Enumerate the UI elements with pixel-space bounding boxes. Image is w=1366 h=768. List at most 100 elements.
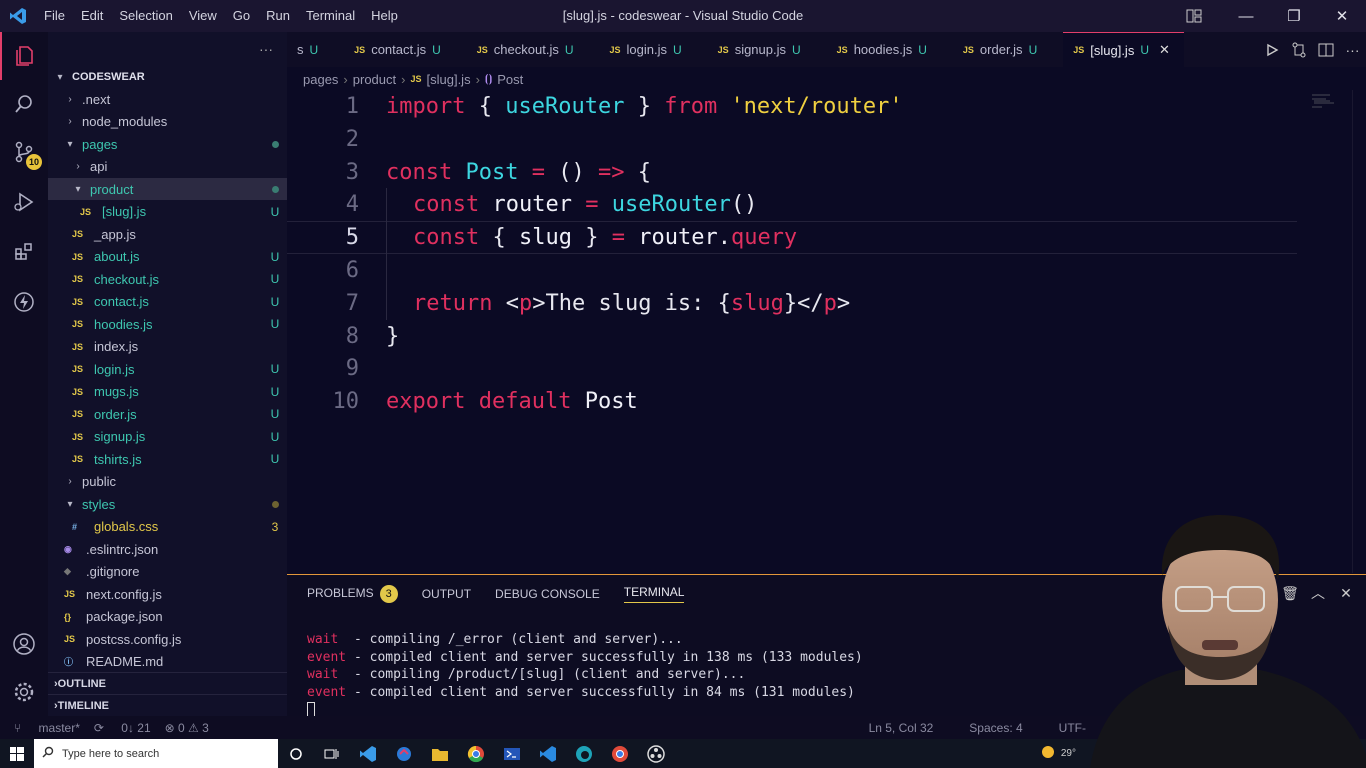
windows-start-icon[interactable] xyxy=(0,739,34,768)
tree-item-public[interactable]: › public xyxy=(48,471,287,493)
chrome-profile-icon[interactable] xyxy=(602,739,638,768)
settings-gear-icon[interactable] xyxy=(0,668,48,716)
close-tab-icon[interactable]: ✕ xyxy=(1159,42,1170,58)
code-line[interactable]: 8} xyxy=(287,320,1297,353)
code-line[interactable]: 9 xyxy=(287,352,1297,385)
menu-item-run[interactable]: Run xyxy=(258,0,298,32)
cursor-position[interactable]: Ln 5, Col 32 xyxy=(869,721,934,735)
tree-item-pages[interactable]: ▾ pages xyxy=(48,133,287,155)
tree-item-slug-js[interactable]: JS [slug].js U xyxy=(48,201,287,223)
sync-status[interactable]: ⟳ 0↓ 21 xyxy=(94,721,151,735)
chrome-icon[interactable] xyxy=(458,739,494,768)
editor-scrollbar[interactable] xyxy=(1352,90,1366,573)
account-icon[interactable] xyxy=(0,620,48,668)
tree-item-eslintrc-json[interactable]: ◉ .eslintrc.json xyxy=(48,538,287,560)
tree-item-postcss-config-js[interactable]: JS postcss.config.js xyxy=(48,628,287,650)
tree-item-next-config-js[interactable]: JS next.config.js xyxy=(48,583,287,605)
tree-item-node-modules[interactable]: › node_modules xyxy=(48,111,287,133)
tree-item-hoodies-js[interactable]: JS hoodies.js U xyxy=(48,313,287,335)
project-root[interactable]: ▾ CODESWEAR xyxy=(48,66,287,88)
tab-login-js[interactable]: JS login.js U xyxy=(600,32,708,67)
branch-status[interactable]: ⑂ master* xyxy=(14,721,80,735)
tab-output[interactable]: OUTPUT xyxy=(422,587,471,601)
edge-icon[interactable] xyxy=(566,739,602,768)
tree-item-checkout-js[interactable]: JS checkout.js U xyxy=(48,268,287,290)
problems-status[interactable]: ⊗ 0 ⚠ 3 xyxy=(165,721,209,735)
powershell-icon[interactable] xyxy=(494,739,530,768)
menu-item-help[interactable]: Help xyxy=(363,0,406,32)
code-line[interactable]: 3 const Post = () => { xyxy=(287,156,1297,189)
tab-slug-js[interactable]: JS [slug].js U ✕ xyxy=(1063,32,1184,67)
code-line[interactable]: 4 const router = useRouter() xyxy=(287,188,1297,222)
tab-order-js[interactable]: JS order.js U xyxy=(953,32,1063,67)
code-line[interactable]: 1 import { useRouter } from 'next/router' xyxy=(287,90,1297,123)
tree-item-gitignore[interactable]: ◆ .gitignore xyxy=(48,561,287,583)
tree-item-api[interactable]: › api xyxy=(48,156,287,178)
thunder-client-icon[interactable] xyxy=(0,278,48,326)
tab-s[interactable]: sU xyxy=(287,32,344,67)
menu-item-file[interactable]: File xyxy=(36,0,73,32)
cortana-icon[interactable] xyxy=(278,739,314,768)
outline-section[interactable]: › OUTLINE xyxy=(48,672,287,694)
more-actions-icon[interactable]: ··· xyxy=(1339,42,1366,58)
tree-item-signup-js[interactable]: JS signup.js U xyxy=(48,426,287,448)
terminal-output[interactable]: wait - compiling /_error (client and ser… xyxy=(307,631,863,719)
compare-changes-icon[interactable] xyxy=(1285,42,1312,58)
close-window-button[interactable]: ✕ xyxy=(1318,0,1366,32)
run-debug-icon[interactable] xyxy=(0,178,48,226)
maximize-button[interactable]: ❐ xyxy=(1270,0,1318,32)
breadcrumb-item[interactable]: Post xyxy=(497,72,523,87)
tree-item-app-js[interactable]: JS _app.js xyxy=(48,223,287,245)
code-line[interactable]: 6 xyxy=(287,254,1297,287)
vscode-icon[interactable] xyxy=(530,739,566,768)
explorer-more-actions[interactable]: ··· xyxy=(48,32,287,66)
code-line[interactable]: 2 xyxy=(287,123,1297,156)
tab-problems[interactable]: PROBLEMS 3 xyxy=(307,585,398,603)
tab-hoodies-js[interactable]: JS hoodies.js U xyxy=(827,32,953,67)
breadcrumb-item[interactable]: [slug].js xyxy=(427,72,471,87)
menu-item-go[interactable]: Go xyxy=(225,0,258,32)
minimize-button[interactable]: — xyxy=(1222,0,1270,32)
code-editor[interactable]: 1 import { useRouter } from 'next/router'… xyxy=(287,90,1366,573)
tree-item-package-json[interactable]: {} package.json xyxy=(48,606,287,628)
tree-item-globals-css[interactable]: # globals.css 3 xyxy=(48,516,287,538)
tab-terminal[interactable]: TERMINAL xyxy=(623,585,685,603)
tree-item-styles[interactable]: ▾ styles xyxy=(48,493,287,515)
tree-item-index-js[interactable]: JS index.js xyxy=(48,336,287,358)
file-explorer-icon[interactable] xyxy=(422,739,458,768)
tree-item-about-js[interactable]: JS about.js U xyxy=(48,246,287,268)
source-control-icon[interactable]: 10 xyxy=(0,128,48,176)
code-line[interactable]: 5 const { slug } = router. query xyxy=(287,221,1297,255)
tab-checkout-js[interactable]: JS checkout.js U xyxy=(467,32,600,67)
tree-item-next[interactable]: › .next xyxy=(48,88,287,110)
timeline-section[interactable]: › TIMELINE xyxy=(48,694,287,716)
breadcrumb-item[interactable]: pages xyxy=(303,72,338,87)
tree-item-product[interactable]: ▾ product xyxy=(48,178,287,200)
app-icon[interactable] xyxy=(386,739,422,768)
menu-item-edit[interactable]: Edit xyxy=(73,0,111,32)
task-view-icon[interactable] xyxy=(314,739,350,768)
search-icon[interactable] xyxy=(0,80,48,128)
extensions-icon[interactable] xyxy=(0,228,48,276)
tree-item-tshirts-js[interactable]: JS tshirts.js U xyxy=(48,448,287,470)
tree-item-login-js[interactable]: JS login.js U xyxy=(48,358,287,380)
menu-item-selection[interactable]: Selection xyxy=(111,0,180,32)
breadcrumb-item[interactable]: product xyxy=(353,72,396,87)
obs-icon[interactable] xyxy=(638,739,674,768)
explorer-icon[interactable] xyxy=(0,32,48,80)
vscode-taskbar-icon[interactable] xyxy=(350,739,386,768)
code-line[interactable]: 10 export default Post xyxy=(287,385,1297,418)
menu-item-terminal[interactable]: Terminal xyxy=(298,0,363,32)
tree-item-contact-js[interactable]: JS contact.js U xyxy=(48,291,287,313)
tab-contact-js[interactable]: JS contact.js U xyxy=(344,32,467,67)
tree-item-readme-md[interactable]: ⓘ README.md xyxy=(48,651,287,673)
weather-tray[interactable]: 29° xyxy=(1041,745,1076,762)
tree-item-mugs-js[interactable]: JS mugs.js U xyxy=(48,381,287,403)
minimap[interactable] xyxy=(1312,94,1336,108)
tree-item-order-js[interactable]: JS order.js U xyxy=(48,403,287,425)
split-editor-icon[interactable] xyxy=(1312,43,1339,57)
code-line[interactable]: 7 return < p >The slug is: {slug}</p > xyxy=(287,286,1297,320)
indentation-status[interactable]: Spaces: 4 xyxy=(969,721,1022,735)
run-icon[interactable] xyxy=(1258,43,1285,57)
tab-signup-js[interactable]: JS signup.js U xyxy=(708,32,827,67)
